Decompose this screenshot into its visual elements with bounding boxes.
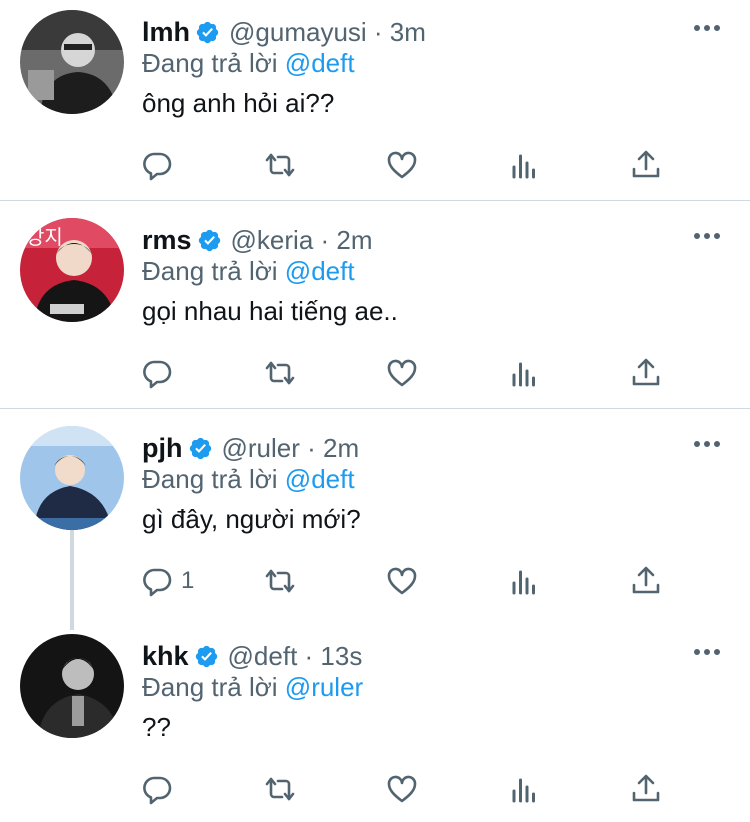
like-button[interactable]	[386, 353, 418, 393]
verified-badge-icon	[189, 437, 211, 459]
tweet-text: ông anh hỏi ai??	[142, 88, 335, 118]
retweet-button[interactable]	[264, 145, 296, 185]
display-name[interactable]: pjh	[142, 433, 183, 464]
verified-badge-icon	[196, 21, 219, 43]
reply-icon	[143, 568, 172, 597]
retweet-icon	[265, 777, 295, 801]
avatar-image	[20, 634, 124, 738]
svg-text:강지: 강지	[26, 225, 63, 249]
tweet-actions	[0, 145, 750, 185]
display-name[interactable]: khk	[142, 641, 189, 672]
more-icon[interactable]	[694, 18, 720, 38]
mention-link[interactable]: @deft	[285, 48, 355, 78]
retweet-button[interactable]	[264, 561, 296, 601]
analytics-button[interactable]	[508, 145, 540, 185]
heart-icon	[387, 151, 417, 179]
handle-and-time[interactable]: @deft · 13s	[228, 641, 363, 672]
share-button[interactable]	[630, 353, 662, 393]
reply-button[interactable]	[141, 145, 181, 185]
mention-link[interactable]: @deft	[285, 256, 355, 286]
tweet[interactable]: 강지 rms @keria · 2m Đang trả lời @deft gọ…	[0, 208, 750, 409]
replying-to: Đang trả lời @deft	[142, 48, 355, 79]
heart-icon	[387, 359, 417, 387]
share-button[interactable]	[630, 145, 662, 185]
tweet[interactable]: khk @deft · 13s Đang trả lời @ruler ??	[0, 624, 750, 822]
retweet-icon	[265, 569, 295, 593]
analytics-icon	[512, 570, 535, 595]
heart-icon	[387, 567, 417, 595]
tweet-header: pjh @ruler · 2m	[142, 428, 359, 468]
tweet-divider	[0, 408, 750, 409]
replying-to: Đang trả lời @deft	[142, 256, 355, 287]
like-button[interactable]	[386, 561, 418, 601]
share-icon	[632, 566, 660, 594]
retweet-button[interactable]	[264, 769, 296, 809]
reply-button[interactable]: 1	[141, 561, 194, 601]
mention-link[interactable]: @ruler	[285, 672, 363, 702]
analytics-button[interactable]	[508, 769, 540, 809]
more-icon[interactable]	[694, 226, 720, 246]
share-icon	[632, 774, 660, 802]
analytics-icon	[512, 362, 535, 387]
retweet-button[interactable]	[264, 353, 296, 393]
replying-to-label: Đang trả lời	[142, 464, 278, 494]
share-icon	[632, 150, 660, 178]
replying-to-label: Đang trả lời	[142, 48, 278, 78]
analytics-icon	[512, 154, 535, 179]
reply-icon	[143, 152, 172, 181]
handle-and-time[interactable]: @keria · 2m	[231, 225, 373, 256]
tweet-divider	[0, 200, 750, 201]
replying-to: Đang trả lời @deft	[142, 464, 355, 495]
tweet[interactable]: lmh @gumayusi · 3m Đang trả lời @deft ôn…	[0, 0, 750, 201]
reply-count: 1	[181, 567, 195, 594]
replying-to: Đang trả lời @ruler	[142, 672, 363, 703]
analytics-button[interactable]	[508, 561, 540, 601]
heart-icon	[387, 775, 417, 803]
analytics-icon	[512, 778, 535, 803]
like-button[interactable]	[386, 769, 418, 809]
retweet-icon	[265, 361, 295, 385]
tweet-actions	[0, 769, 750, 809]
analytics-button[interactable]	[508, 353, 540, 393]
avatar[interactable]: 강지	[20, 218, 124, 322]
like-button[interactable]	[386, 145, 418, 185]
handle-and-time[interactable]: @gumayusi · 3m	[229, 17, 426, 48]
tweet[interactable]: pjh @ruler · 2m Đang trả lời @deft gì đâ…	[0, 416, 750, 626]
share-button[interactable]	[630, 561, 662, 601]
thread-connector	[70, 530, 74, 630]
more-icon[interactable]	[694, 642, 720, 662]
display-name[interactable]: rms	[142, 225, 192, 256]
tweet-text: gọi nhau hai tiếng ae..	[142, 296, 398, 326]
share-icon	[632, 358, 660, 386]
tweet-header: rms @keria · 2m	[142, 220, 373, 260]
avatar[interactable]	[20, 10, 124, 114]
avatar-image	[20, 426, 124, 530]
avatar-image	[20, 10, 124, 114]
avatar[interactable]	[20, 634, 124, 738]
tweet-header: khk @deft · 13s	[142, 636, 362, 676]
avatar[interactable]	[20, 426, 124, 530]
verified-badge-icon	[195, 645, 217, 667]
display-name[interactable]: lmh	[142, 17, 190, 48]
replying-to-label: Đang trả lời	[142, 256, 278, 286]
mention-link[interactable]: @deft	[285, 464, 355, 494]
avatar-image: 강지	[20, 218, 124, 322]
tweet-text: gì đây, người mới?	[142, 504, 361, 534]
reply-button[interactable]	[141, 353, 181, 393]
tweet-actions: 1	[0, 561, 750, 601]
share-button[interactable]	[630, 769, 662, 809]
reply-icon	[143, 776, 172, 805]
more-icon[interactable]	[694, 434, 720, 454]
handle-and-time[interactable]: @ruler · 2m	[222, 433, 360, 464]
tweet-actions	[0, 353, 750, 393]
reply-icon	[143, 360, 172, 389]
verified-badge-icon	[198, 229, 220, 251]
tweet-header: lmh @gumayusi · 3m	[142, 12, 426, 52]
retweet-icon	[265, 153, 295, 177]
replying-to-label: Đang trả lời	[142, 672, 278, 702]
reply-button[interactable]	[141, 769, 181, 809]
tweet-text: ??	[142, 712, 171, 742]
